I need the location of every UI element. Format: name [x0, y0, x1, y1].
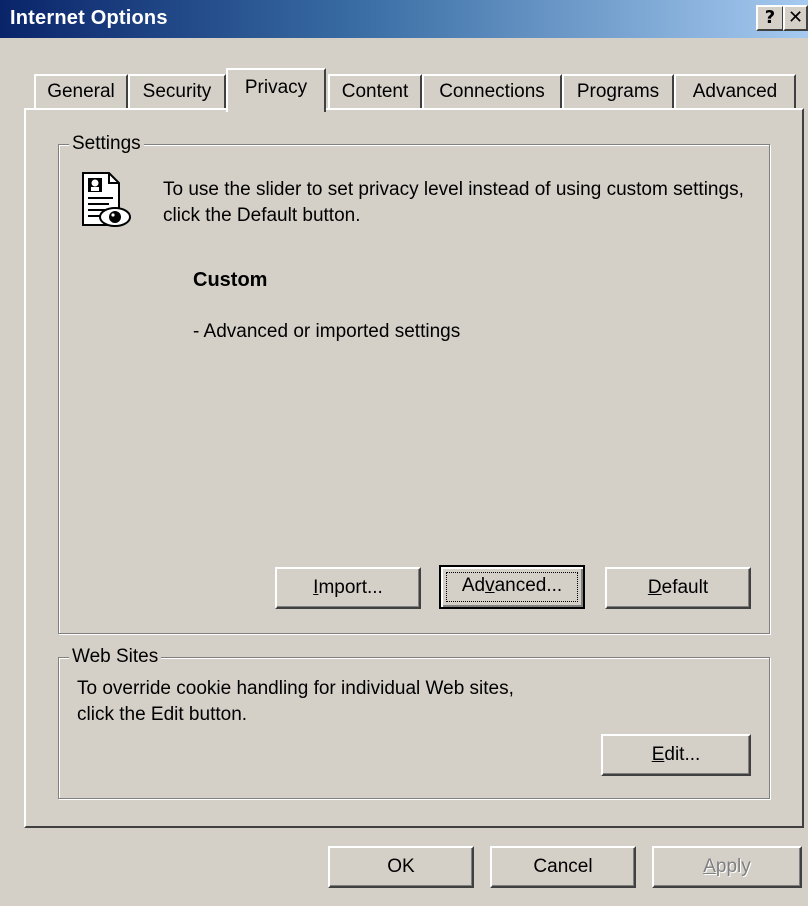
edit-button[interactable]: Edit... [601, 734, 751, 776]
tab-label: Programs [576, 81, 660, 102]
privacy-document-eye-icon [82, 172, 131, 227]
tab-advanced[interactable]: Advanced [674, 74, 796, 110]
help-button[interactable]: ? [756, 5, 784, 31]
focus-rectangle [446, 572, 578, 602]
tab-label: Privacy [244, 77, 308, 98]
import-button-label: Import... [313, 577, 383, 598]
tab-programs[interactable]: Programs [562, 74, 674, 110]
default-button[interactable]: Default [605, 567, 751, 609]
settings-description: To use the slider to set privacy level i… [163, 179, 744, 226]
advanced-button[interactable]: Advanced... [439, 565, 585, 609]
cancel-button-label: Cancel [533, 856, 593, 877]
import-button[interactable]: Import... [275, 567, 421, 609]
web-sites-group-label: Web Sites [69, 645, 162, 669]
tab-connections[interactable]: Connections [422, 74, 562, 110]
apply-button-label: Apply [703, 856, 751, 877]
window-title: Internet Options [10, 7, 168, 29]
edit-button-label: Edit... [651, 744, 701, 765]
apply-button: Apply [652, 846, 802, 888]
settings-group-label: Settings [69, 132, 144, 156]
cancel-button[interactable]: Cancel [490, 846, 636, 888]
tab-security[interactable]: Security [128, 74, 226, 110]
settings-group: Settings To use the slider to set privac… [58, 132, 770, 634]
tab-label: Advanced [692, 81, 778, 102]
close-button[interactable]: ✕ [783, 5, 808, 31]
privacy-tab-panel: Settings To use the slider to set privac… [24, 108, 804, 828]
web-sites-group: Web Sites To override cookie handling fo… [58, 645, 770, 799]
close-icon: ✕ [787, 7, 804, 28]
tab-label: General [47, 81, 115, 102]
tab-general[interactable]: General [34, 74, 128, 110]
title-bar[interactable]: Internet Options ? ✕ [0, 0, 808, 38]
privacy-level-title: Custom [193, 269, 268, 291]
web-sites-description: To override cookie handling for individu… [77, 678, 514, 725]
default-button-label: Default [647, 577, 709, 598]
tab-label: Security [142, 81, 212, 102]
tab-privacy[interactable]: Privacy [226, 68, 326, 112]
privacy-level-description: - Advanced or imported settings [193, 321, 461, 342]
tab-content[interactable]: Content [328, 74, 422, 110]
tab-label: Connections [439, 81, 545, 102]
ok-button[interactable]: OK [328, 846, 474, 888]
help-icon: ? [764, 7, 776, 28]
tab-label: Content [341, 81, 409, 102]
ok-button-label: OK [387, 856, 415, 877]
